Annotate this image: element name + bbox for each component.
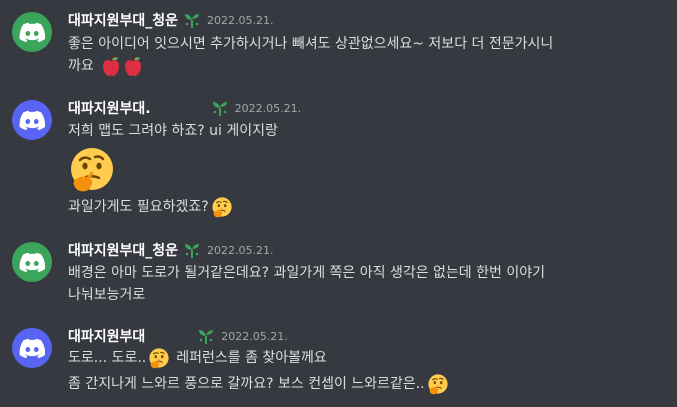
message-text-line-2: 까요 bbox=[68, 55, 144, 77]
discord-logo-icon bbox=[19, 252, 45, 272]
username[interactable]: 대파지원부대. bbox=[68, 98, 151, 118]
thinking-face-icon bbox=[427, 373, 449, 395]
message-text: 나눠보능거로 bbox=[68, 287, 146, 303]
message-text: 좀 간지나게 느와르 풍으로 갈까요? 보스 컨셉이 느와르같은.. bbox=[68, 376, 425, 392]
reaction-emoji bbox=[100, 55, 144, 77]
sprout-icon bbox=[183, 11, 201, 29]
message-text: 도로... 도로.. bbox=[68, 350, 147, 366]
thinking-face-icon bbox=[68, 145, 116, 193]
message-text-line-2: 과일가게도 필요하겠죠? bbox=[68, 196, 233, 218]
username[interactable]: 대파지원부대_청운 bbox=[68, 240, 178, 260]
timestamp: 2022.05.21. bbox=[207, 243, 274, 257]
message-text: 저희 맵도 그려야 하죠? ui 게이지랑 bbox=[68, 123, 278, 139]
timestamp: 2022.05.21. bbox=[207, 13, 274, 27]
message-text: 까요 bbox=[68, 58, 94, 74]
sprout-icon bbox=[183, 241, 201, 259]
sprout-icon bbox=[197, 327, 215, 345]
username[interactable]: 대파지원부대 bbox=[68, 326, 145, 346]
username[interactable]: 대파지원부대_청운 bbox=[68, 10, 178, 30]
thinking-face-icon bbox=[211, 196, 233, 218]
message-text: 배경은 아마 도로가 될거같은데요? 과일가게 쪽은 아직 생각은 없는데 한번… bbox=[68, 265, 545, 281]
message-text-line-1: 도로... 도로.. 레퍼런스를 좀 찾아볼께요 bbox=[68, 347, 327, 369]
timestamp: 2022.05.21. bbox=[234, 101, 302, 115]
red-apple-icon bbox=[122, 55, 144, 77]
red-apple-icon bbox=[100, 55, 122, 77]
discord-logo-icon bbox=[19, 22, 45, 42]
sprout-icon bbox=[211, 99, 229, 117]
avatar[interactable] bbox=[12, 328, 52, 368]
thinking-face-icon bbox=[148, 347, 170, 369]
message-text-line-2: 좀 간지나게 느와르 풍으로 갈까요? 보스 컨셉이 느와르같은.. bbox=[68, 373, 449, 395]
message-text: 과일가게도 필요하겠죠? bbox=[68, 199, 209, 215]
timestamp: 2022.05.21. bbox=[221, 329, 288, 343]
discord-logo-icon bbox=[19, 110, 45, 130]
avatar[interactable] bbox=[12, 12, 52, 52]
avatar[interactable] bbox=[12, 100, 52, 140]
avatar[interactable] bbox=[12, 242, 52, 282]
message-text: 좋은 아이디어 잇으시면 추가하시거나 빼셔도 상관없으세요~ 저보다 더 전문… bbox=[68, 36, 554, 52]
message-text: 레퍼런스를 좀 찾아볼께요 bbox=[176, 350, 327, 366]
discord-logo-icon bbox=[19, 338, 45, 358]
